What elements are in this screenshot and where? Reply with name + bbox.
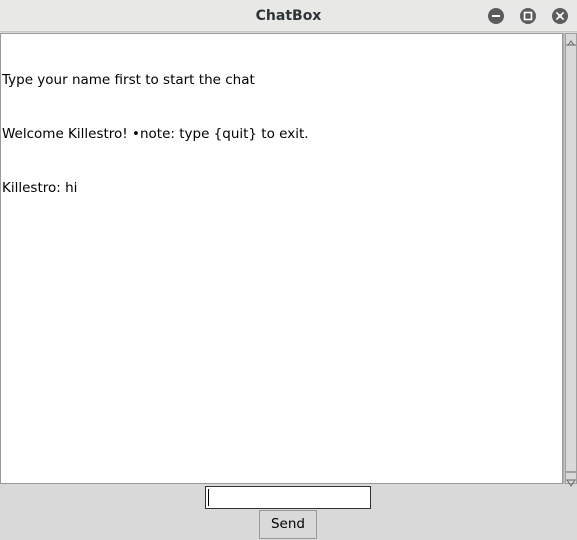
title-bar[interactable]: ChatBox: [0, 0, 577, 32]
chat-line: Welcome Killestro! •note: type {quit} to…: [2, 126, 309, 142]
message-input[interactable]: [205, 486, 371, 509]
chatbox-window: ChatBox Type your name first to start th…: [0, 0, 577, 540]
chat-line: Type your name first to start the chat: [2, 72, 255, 88]
chat-log[interactable]: Type your name first to start the chat W…: [0, 33, 563, 484]
text-cursor: [208, 489, 209, 506]
maximize-button[interactable]: [520, 8, 536, 24]
close-icon: [556, 12, 564, 20]
minimize-icon: [492, 15, 500, 17]
maximize-icon: [523, 11, 533, 21]
scroll-up-arrow[interactable]: [565, 33, 577, 48]
minimize-button[interactable]: [488, 8, 504, 24]
close-button[interactable]: [552, 8, 568, 24]
triangle-down-icon: [566, 479, 576, 487]
scroll-down-arrow[interactable]: [565, 472, 577, 487]
scroll-thumb[interactable]: [565, 45, 577, 472]
send-button[interactable]: Send: [259, 510, 317, 539]
chat-line: Killestro: hi: [2, 180, 78, 196]
chat-scrollbar[interactable]: [563, 33, 577, 487]
